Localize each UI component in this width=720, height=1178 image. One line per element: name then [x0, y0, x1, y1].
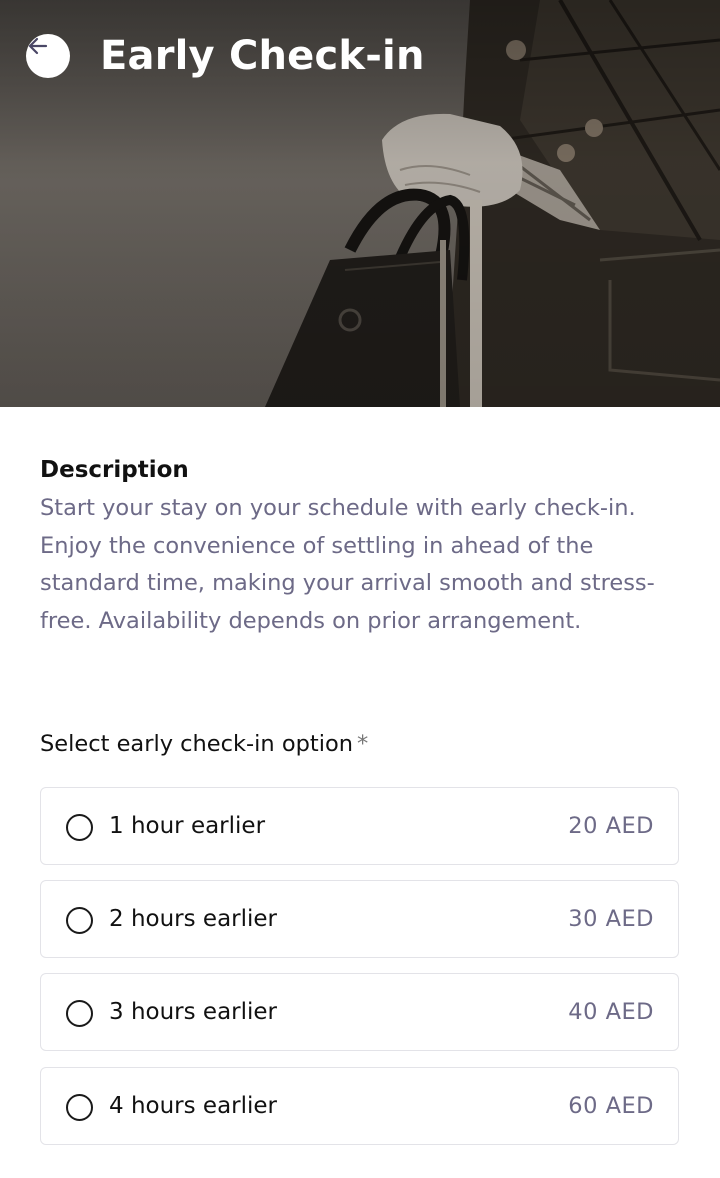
select-option-label: Select early check-in option *	[40, 726, 368, 762]
radio-button[interactable]	[66, 814, 93, 841]
option-price: 60 AED	[568, 1093, 654, 1119]
hero-image: Early Check-in	[0, 0, 720, 407]
option-price: 20 AED	[568, 813, 654, 839]
option-label: 2 hours earlier	[109, 906, 278, 932]
description-text: Start your stay on your schedule with ea…	[40, 495, 655, 634]
select-option-label-text: Select early check-in option	[40, 731, 353, 757]
early-checkin-screen: Early Check-in Description Start your st…	[0, 0, 720, 1178]
option-price: 40 AED	[568, 999, 654, 1025]
back-button[interactable]	[26, 34, 70, 78]
option-label: 1 hour earlier	[109, 813, 266, 839]
description-section: Description Start your stay on your sche…	[40, 452, 680, 640]
radio-button[interactable]	[66, 907, 93, 934]
option-3-hours[interactable]: 3 hours earlier 40 AED	[40, 973, 679, 1051]
radio-button[interactable]	[66, 1000, 93, 1027]
required-indicator: *	[356, 731, 369, 757]
option-label: 3 hours earlier	[109, 999, 278, 1025]
option-label: 4 hours earlier	[109, 1093, 278, 1119]
option-1-hour[interactable]: 1 hour earlier 20 AED	[40, 787, 679, 865]
description-heading: Description	[40, 457, 189, 483]
option-4-hours[interactable]: 4 hours earlier 60 AED	[40, 1067, 679, 1145]
arrow-left-icon	[28, 37, 48, 55]
radio-button[interactable]	[66, 1094, 93, 1121]
option-price: 30 AED	[568, 906, 654, 932]
page-title: Early Check-in	[100, 33, 425, 79]
option-2-hours[interactable]: 2 hours earlier 30 AED	[40, 880, 679, 958]
